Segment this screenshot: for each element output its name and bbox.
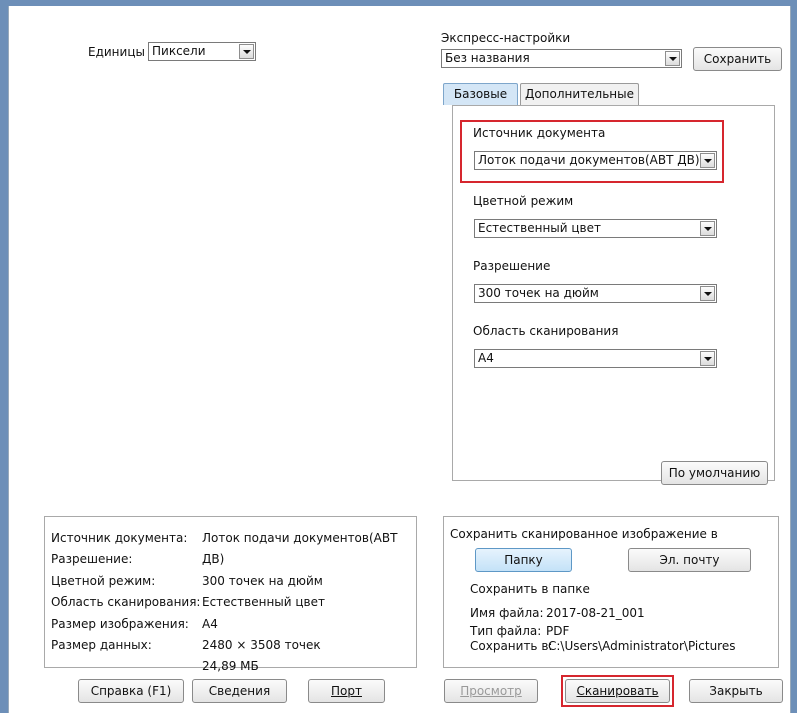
express-value: Без названия (445, 51, 530, 65)
summary-label: Разрешение: (51, 552, 133, 567)
tab-basic[interactable]: Базовые (443, 83, 518, 105)
scan-area-select[interactable]: A4 (474, 349, 717, 368)
summary-value: Естественный цвет (202, 595, 325, 610)
scan-area-label: Область сканирования (473, 324, 619, 338)
save-to-email-button[interactable]: Эл. почту (628, 548, 751, 572)
tab-advanced[interactable]: Дополнительные (520, 83, 639, 105)
save-in-label: Сохранить в: (470, 639, 553, 653)
chevron-down-icon[interactable] (665, 51, 680, 66)
chevron-down-icon[interactable] (239, 44, 254, 59)
color-mode-label: Цветной режим (473, 194, 574, 208)
help-button[interactable]: Справка (F1) (78, 679, 184, 703)
save-in-folder-label: Сохранить в папке (470, 582, 590, 596)
filename-value: 2017-08-21_001 (546, 606, 645, 620)
summary-label: Цветной режим: (51, 573, 156, 588)
express-save-button[interactable]: Сохранить (693, 47, 782, 71)
summary-values: Лоток подачи документов(АВТ ДВ) 300 точе… (202, 528, 416, 678)
filename-label: Имя файла: (470, 606, 544, 620)
scan-dialog: Единицы Пиксели Экспресс-настройки Без н… (8, 6, 791, 713)
express-select[interactable]: Без названия (441, 49, 682, 68)
scan-highlight (561, 675, 674, 707)
filetype-value: PDF (546, 624, 570, 638)
preview-button[interactable]: Просмотр (444, 679, 538, 703)
summary-value: 2480 × 3508 точек (202, 638, 321, 653)
port-button[interactable]: Порт (308, 679, 385, 703)
resolution-select[interactable]: 300 точек на дюйм (474, 284, 717, 303)
summary-value: 300 точек на дюйм (202, 573, 323, 588)
units-select[interactable]: Пиксели (148, 42, 256, 61)
summary-value: Лоток подачи документов(АВТ ДВ) (202, 531, 398, 567)
summary-label: Источник документа: (51, 531, 188, 545)
units-value: Пиксели (152, 44, 206, 58)
chevron-down-icon[interactable] (700, 286, 715, 301)
save-panel: Сохранить сканированное изображение в Па… (443, 516, 779, 668)
color-mode-select[interactable]: Естественный цвет (474, 219, 717, 238)
save-to-folder-button[interactable]: Папку (475, 548, 572, 572)
summary-labels: Источник документа: Разрешение: Цветной … (51, 528, 200, 656)
summary-value: A4 (202, 616, 218, 631)
summary-value: 24,89 МБ (202, 659, 259, 674)
summary-label: Область сканирования: (51, 595, 201, 610)
summary-panel: Источник документа: Разрешение: Цветной … (44, 516, 417, 673)
source-highlight (460, 120, 724, 183)
filetype-label: Тип файла: (470, 624, 542, 638)
save-title: Сохранить сканированное изображение в (450, 527, 718, 541)
save-in-path: C:\Users\Administrator\Pictures (548, 639, 736, 653)
chevron-down-icon[interactable] (700, 221, 715, 236)
resolution-value: 300 точек на дюйм (478, 286, 599, 300)
summary-label: Размер изображения: (51, 616, 189, 631)
units-label: Единицы (88, 45, 145, 59)
default-button[interactable]: По умолчанию (661, 461, 768, 485)
chevron-down-icon[interactable] (700, 351, 715, 366)
summary-label: Размер данных: (51, 638, 152, 653)
scan-area-value: A4 (478, 351, 494, 365)
color-mode-value: Естественный цвет (478, 221, 601, 235)
info-button[interactable]: Сведения (192, 679, 287, 703)
express-label: Экспресс-настройки (441, 31, 571, 45)
close-button[interactable]: Закрыть (689, 679, 783, 703)
resolution-label: Разрешение (473, 259, 551, 273)
